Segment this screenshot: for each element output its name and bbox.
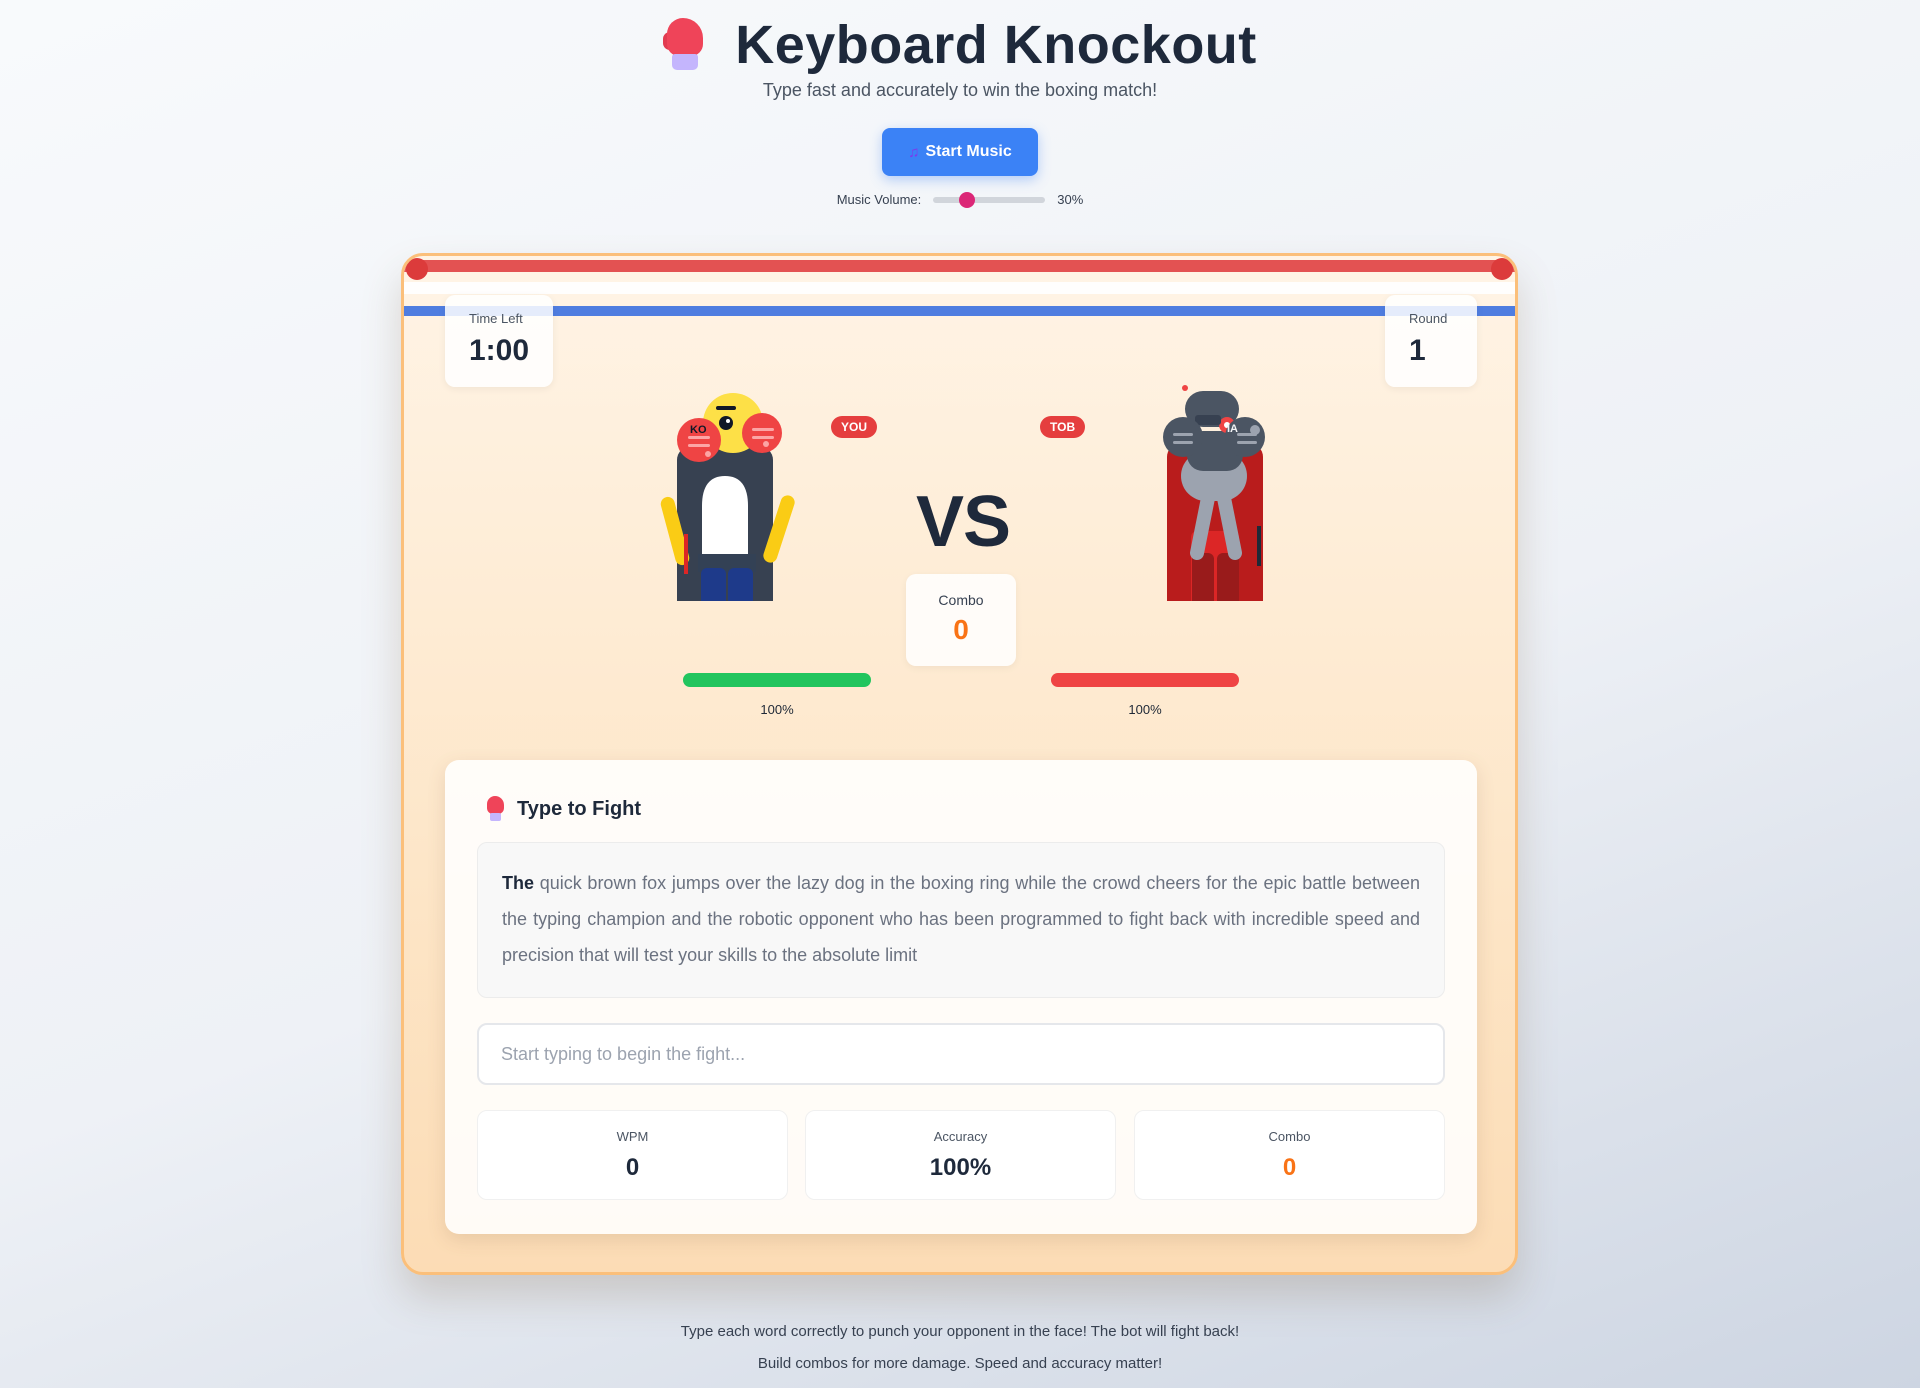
player-health-bar	[683, 673, 871, 687]
start-music-button[interactable]: ♫ Start Music	[882, 128, 1038, 176]
remaining-text: quick brown fox jumps over the lazy dog …	[502, 873, 1420, 965]
boxing-glove-icon	[485, 796, 505, 822]
combo-label: Combo	[1268, 1129, 1311, 1144]
wpm-value: 0	[625, 1154, 640, 1181]
boxing-glove-icon	[663, 18, 707, 72]
volume-slider[interactable]	[933, 191, 1046, 208]
opponent-health-fill	[1051, 673, 1239, 687]
player-fighter-figure	[660, 393, 795, 646]
footer-line-1: Type each word correctly to punch your o…	[680, 1323, 1240, 1340]
typing-text-passage: The quick brown fox jumps over the lazy …	[477, 842, 1445, 998]
accuracy-stat-card: Accuracy 100%	[805, 1110, 1116, 1200]
round-value: 1	[1409, 334, 1426, 367]
panel-header: Type to Fight	[485, 796, 641, 822]
opponent-fighter: IA	[1139, 381, 1289, 649]
opponent-health-bar	[1051, 673, 1239, 687]
ring-rope-middle	[404, 282, 1515, 294]
volume-label: Music Volume:	[836, 192, 922, 207]
opponent-badge: TOB	[1040, 416, 1086, 438]
volume-control: Music Volume: 30%	[0, 191, 1920, 208]
music-note-icon: ♫	[908, 143, 920, 161]
ring-post-left	[406, 258, 428, 280]
player-health-fill	[683, 673, 871, 687]
volume-slider-thumb[interactable]	[958, 191, 975, 208]
arena-combo-value: 0	[953, 614, 969, 645]
accuracy-value: 100%	[929, 1154, 992, 1181]
footer-line-2: Build combos for more damage. Speed and …	[757, 1355, 1163, 1372]
volume-value: 30%	[1057, 192, 1084, 207]
player-health-text: 100%	[760, 702, 794, 717]
panel-title: Type to Fight	[517, 797, 642, 820]
round-label: Round	[1409, 311, 1448, 326]
footer-instructions: Type each word correctly to punch your o…	[0, 1316, 1920, 1380]
arena-combo-card: Combo 0	[906, 574, 1016, 666]
arena-combo-label: Combo	[938, 592, 984, 608]
combo-value: 0	[1282, 1154, 1297, 1181]
current-word: The	[502, 873, 535, 893]
start-music-label: Start Music	[925, 143, 1012, 160]
type-to-fight-panel: Type to Fight The quick brown fox jumps …	[445, 760, 1477, 1234]
combo-stat-card: Combo 0	[1134, 1110, 1445, 1200]
opponent-glove-text: IA	[1227, 423, 1238, 435]
ring-rope-top	[404, 260, 1515, 272]
ring-rope-bottom	[404, 306, 1515, 316]
accuracy-label: Accuracy	[933, 1129, 988, 1144]
title-row: Keyboard Knockout	[0, 14, 1920, 76]
page-subtitle: Type fast and accurately to win the boxi…	[762, 80, 1158, 100]
time-left-card: Time Left 1:00	[445, 295, 553, 387]
vs-label: VS	[916, 482, 1011, 562]
ring-post-right	[1491, 258, 1513, 280]
round-card: Round 1	[1385, 295, 1477, 387]
typing-input[interactable]	[477, 1023, 1445, 1085]
player-glove-text: KO	[690, 424, 707, 436]
wpm-stat-card: WPM 0	[477, 1110, 788, 1200]
player-badge: YOU	[831, 416, 878, 438]
opponent-fighter-figure	[1163, 385, 1265, 649]
opponent-health-text: 100%	[1128, 702, 1162, 717]
player-fighter: KO	[654, 386, 804, 646]
time-left-value: 1:00	[469, 334, 530, 367]
page-title: Keyboard Knockout	[735, 15, 1257, 75]
time-left-label: Time Left	[469, 311, 523, 326]
wpm-label: WPM	[616, 1129, 649, 1144]
boxing-ring: Time Left 1:00 Round 1 KO YOU IA TOB VS …	[401, 253, 1518, 1275]
